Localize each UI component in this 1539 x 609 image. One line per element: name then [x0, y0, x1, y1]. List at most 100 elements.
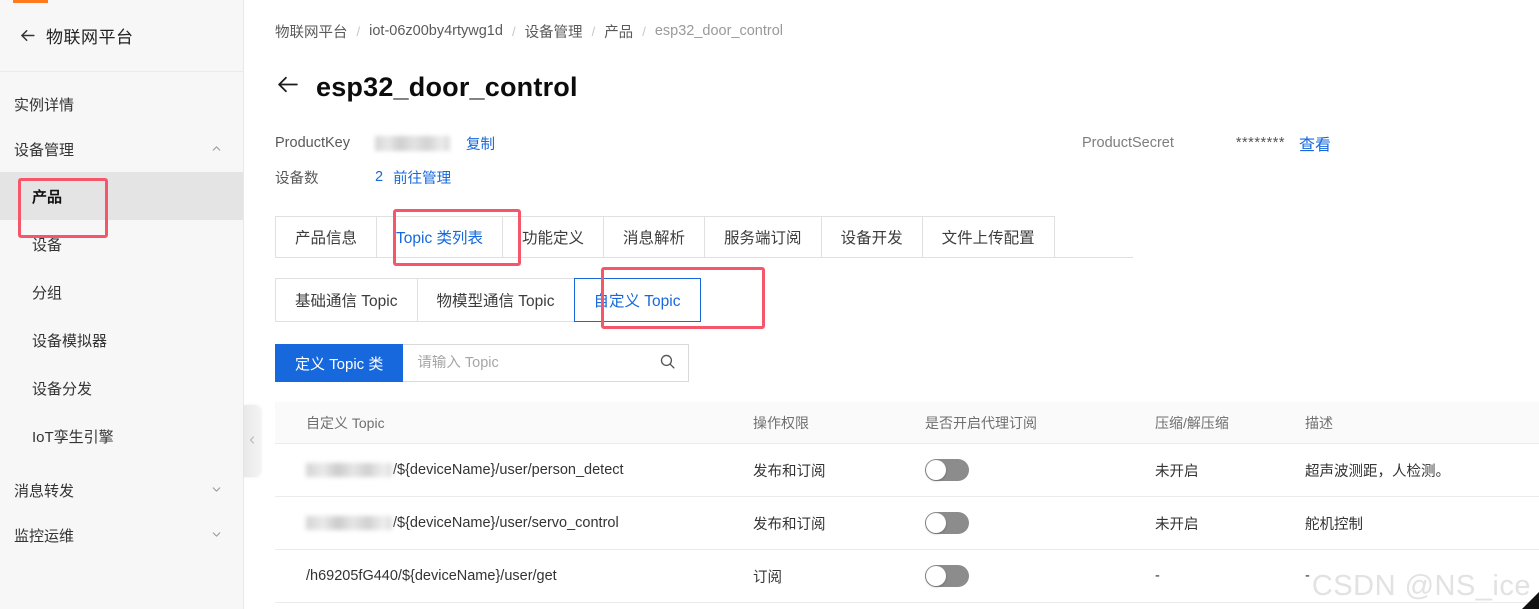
subtab-thing-model-communication-topic[interactable]: 物模型通信 Topic: [416, 278, 575, 322]
sidebar-item-label: 设备分发: [32, 380, 93, 398]
cell-compression: -: [1155, 568, 1160, 584]
column-header-topic: 自定义 Topic: [306, 414, 385, 431]
cell-proxy-subscribe: [925, 565, 1155, 587]
arrow-left-icon[interactable]: [275, 72, 300, 102]
sidebar-item-device-simulator[interactable]: 设备模拟器: [0, 316, 243, 364]
topic-subtabs: 基础通信 Topic 物模型通信 Topic 自定义 Topic: [275, 278, 1539, 322]
subtab-basic-communication-topic[interactable]: 基础通信 Topic: [275, 278, 418, 322]
corner-fold-decoration: [1522, 592, 1539, 609]
view-product-secret-button[interactable]: 查看: [1299, 131, 1331, 155]
table-row[interactable]: /h69205fG440/${deviceName}/user/get 订阅 -…: [275, 550, 1539, 603]
topic-text: /${deviceName}/user/servo_control: [393, 515, 619, 531]
sidebar-item-label: 设备管理: [14, 142, 75, 159]
sidebar-item-label: 产品: [32, 188, 63, 206]
tab-label: 消息解析: [623, 230, 686, 247]
masked-value: [306, 516, 392, 530]
sidebar-item-label: IoT孪生引擎: [32, 428, 114, 446]
column-header-description: 描述: [1305, 414, 1333, 431]
custom-topic-table: 自定义 Topic 操作权限 是否开启代理订阅 压缩/解压缩 描述 /${dev…: [275, 402, 1539, 603]
cell-topic: /${deviceName}/user/person_detect: [275, 462, 753, 478]
product-secret-row: ProductSecret ******** 查看: [1082, 126, 1331, 160]
sidebar-item-monitoring-ops[interactable]: 监控运维: [0, 513, 243, 558]
breadcrumb-separator: /: [356, 23, 361, 39]
cell-topic: /${deviceName}/user/servo_control: [275, 515, 753, 531]
product-key-label: ProductKey: [275, 135, 350, 151]
page-load-progress-bar: [13, 0, 48, 3]
product-key-row: ProductKey 复制: [275, 126, 1539, 160]
product-secret-label: ProductSecret: [1082, 135, 1174, 151]
search-input[interactable]: [417, 355, 660, 371]
chevron-down-icon: [210, 483, 223, 499]
proxy-subscribe-toggle[interactable]: [925, 459, 969, 481]
tab-feature-definition[interactable]: 功能定义: [502, 216, 605, 257]
breadcrumb-separator: /: [642, 23, 646, 39]
cell-permission: 发布和订阅: [753, 516, 826, 533]
toggle-knob: [926, 513, 946, 533]
cell-topic: /h69205fG440/${deviceName}/user/get: [275, 568, 753, 584]
device-count-value: 2: [375, 169, 384, 185]
topic-search-box[interactable]: [403, 344, 690, 382]
tab-topic-list[interactable]: Topic 类列表: [376, 216, 504, 257]
toggle-knob: [926, 566, 946, 586]
device-count-value-group: 2 前往管理: [375, 167, 451, 188]
sidebar-item-message-forwarding[interactable]: 消息转发: [0, 468, 243, 513]
search-icon[interactable]: [659, 353, 676, 374]
tab-label: 设备开发: [840, 230, 903, 247]
sidebar-title: 物联网平台: [46, 28, 134, 47]
column-header-compression: 压缩/解压缩: [1155, 414, 1229, 431]
breadcrumb-item-2[interactable]: 设备管理: [525, 21, 583, 42]
cell-compression: 未开启: [1155, 463, 1199, 480]
sidebar-item-device-management[interactable]: 设备管理: [0, 127, 243, 172]
subtab-custom-topic[interactable]: 自定义 Topic: [573, 278, 701, 322]
tab-label: 功能定义: [522, 230, 585, 247]
cell-permission: 发布和订阅: [753, 463, 826, 480]
sidebar-item-label: 分组: [32, 284, 63, 302]
app-root: 物联网平台 实例详情 设备管理 产品 设备 分组 设备模拟器 设备分发 IoT孪…: [0, 0, 1539, 609]
tab-message-parsing[interactable]: 消息解析: [603, 216, 706, 257]
tab-server-subscription[interactable]: 服务端订阅: [704, 216, 822, 257]
breadcrumb-item-3[interactable]: 产品: [604, 21, 633, 42]
tab-label: 文件上传配置: [941, 230, 1035, 247]
page-title: esp32_door_control: [316, 71, 578, 102]
chevron-down-icon: [210, 528, 223, 544]
device-count-row: 设备数 2 前往管理: [275, 160, 1539, 194]
breadcrumb-separator: /: [591, 23, 596, 39]
sidebar-item-label: 设备: [32, 236, 63, 254]
tab-file-upload-config[interactable]: 文件上传配置: [921, 216, 1055, 257]
toggle-knob: [926, 460, 946, 480]
column-header-permission: 操作权限: [753, 414, 809, 431]
copy-product-key-button[interactable]: 复制: [466, 133, 495, 154]
topic-text: /${deviceName}/user/person_detect: [393, 462, 624, 478]
breadcrumb-item-1[interactable]: iot-06z00by4rtywg1d: [369, 23, 503, 39]
sidebar-item-iot-twin-engine[interactable]: IoT孪生引擎: [0, 412, 243, 460]
sidebar: 物联网平台 实例详情 设备管理 产品 设备 分组 设备模拟器 设备分发 IoT孪…: [0, 0, 244, 609]
arrow-left-icon[interactable]: [14, 23, 40, 49]
page-title-row: esp32_door_control: [275, 64, 1539, 110]
define-topic-class-button[interactable]: 定义 Topic 类: [275, 344, 404, 382]
table-row[interactable]: /${deviceName}/user/person_detect 发布和订阅 …: [275, 444, 1539, 497]
table-row[interactable]: /${deviceName}/user/servo_control 发布和订阅 …: [275, 497, 1539, 550]
cell-description: -: [1305, 568, 1310, 584]
tab-product-info[interactable]: 产品信息: [275, 216, 378, 257]
cell-compression: 未开启: [1155, 516, 1199, 533]
sidebar-item-products[interactable]: 产品: [0, 172, 243, 220]
proxy-subscribe-toggle[interactable]: [925, 565, 969, 587]
sidebar-item-device-distribution[interactable]: 设备分发: [0, 364, 243, 412]
sidebar-item-groups[interactable]: 分组: [0, 268, 243, 316]
sidebar-header[interactable]: 物联网平台: [0, 0, 243, 72]
sidebar-item-instance-detail[interactable]: 实例详情: [0, 82, 243, 127]
breadcrumb-item-0[interactable]: 物联网平台: [275, 21, 348, 42]
sidebar-collapse-handle[interactable]: [244, 405, 260, 477]
subtab-label: 自定义 Topic: [593, 293, 681, 310]
masked-value: [306, 463, 392, 477]
cell-permission: 订阅: [753, 569, 782, 586]
sidebar-item-label: 设备模拟器: [32, 332, 108, 350]
tab-label: 产品信息: [295, 230, 358, 247]
tab-device-development[interactable]: 设备开发: [820, 216, 923, 257]
sidebar-item-label: 实例详情: [14, 97, 75, 114]
sidebar-menu: 实例详情 设备管理 产品 设备 分组 设备模拟器 设备分发 IoT孪生引擎 消息…: [0, 72, 243, 558]
product-key-value: 复制: [375, 133, 495, 154]
sidebar-item-devices[interactable]: 设备: [0, 220, 243, 268]
proxy-subscribe-toggle[interactable]: [925, 512, 969, 534]
goto-device-management-link[interactable]: 前往管理: [393, 167, 451, 188]
